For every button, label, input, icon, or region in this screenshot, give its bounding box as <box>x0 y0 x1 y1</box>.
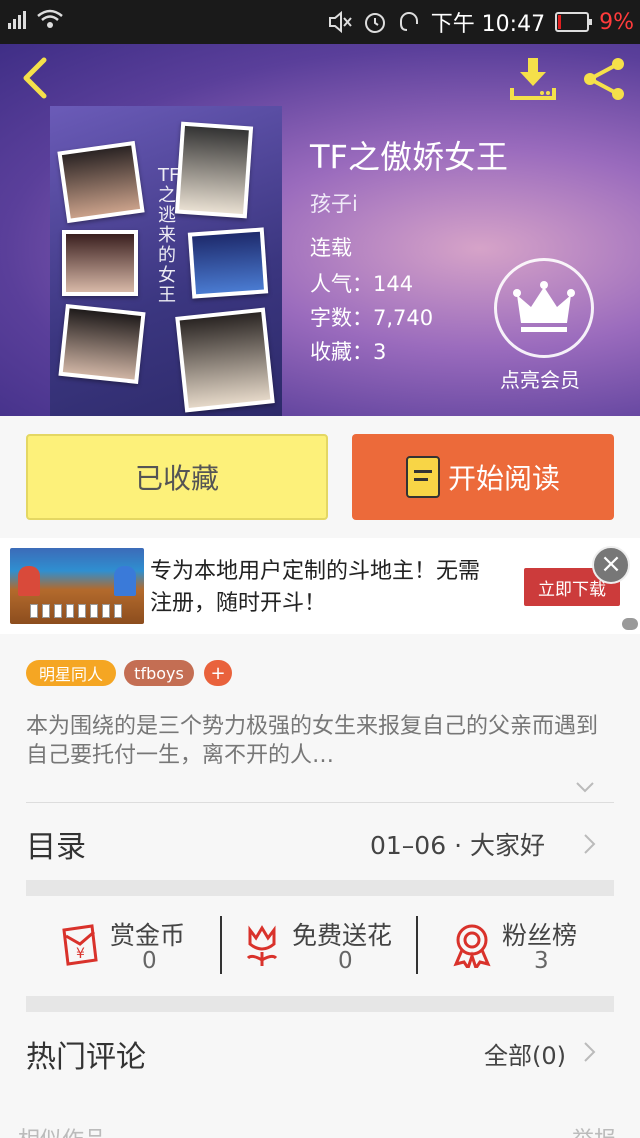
stat-flowers-value: 0 <box>338 948 353 974</box>
book-header: TF之逃来的女王 TF之傲娇女王 孩子i 连载 人气：144 字数：7,740 … <box>0 44 640 416</box>
section-divider <box>26 996 614 1012</box>
toc-label[interactable]: 目录 <box>26 822 86 866</box>
book-status: 连载 <box>310 236 352 260</box>
collected-button[interactable]: 已收藏 <box>26 434 328 520</box>
book-details: 明星同人 tfboys + 本为围绕的是三个势力极强的女生来报复自己的父亲而遇到… <box>0 634 640 1138</box>
collected-button-label: 已收藏 <box>134 462 219 495</box>
book-description: 本为围绕的是三个势力极强的女生来报复自己的父亲而遇到自己要托付一生，离不开的人… <box>26 714 599 768</box>
comments-label: 热门评论 <box>26 1040 146 1075</box>
chevron-right-icon[interactable] <box>582 1040 598 1064</box>
signal-icon <box>8 9 26 29</box>
close-icon[interactable]: × <box>592 546 630 584</box>
book-title: TF之傲娇女王 <box>310 138 508 176</box>
headset-icon <box>399 12 418 31</box>
back-arrow-icon[interactable] <box>16 56 56 100</box>
toc-latest-chapter[interactable]: 01–06 · 大家好 <box>370 826 545 862</box>
flower-icon <box>246 925 278 966</box>
ad-image <box>10 548 144 624</box>
stat-flowers-label: 免费送花 <box>292 921 393 950</box>
comments-all-link[interactable]: 全部(0) <box>484 1036 566 1071</box>
book-icon <box>405 456 440 498</box>
book-cover[interactable]: TF之逃来的女王 <box>50 106 282 416</box>
battery-percent: 9% <box>599 9 634 35</box>
wifi-icon <box>37 9 63 28</box>
ad-text: 专为本地用户定制的斗地主！无需注册，随时开斗！ <box>150 559 481 616</box>
download-icon[interactable] <box>508 56 558 102</box>
stat-separator <box>416 916 418 974</box>
report-link[interactable]: 举报 <box>572 1122 616 1138</box>
vip-button[interactable] <box>494 258 594 358</box>
add-tag-button[interactable]: + <box>204 660 232 686</box>
ad-mark-icon <box>622 618 638 630</box>
section-divider <box>26 880 614 896</box>
stat-reward-value: 0 <box>142 948 157 974</box>
cover-photo <box>174 121 254 219</box>
tag-chip[interactable]: 明星同人 <box>26 660 116 686</box>
stat-fans-value: 3 <box>534 948 549 974</box>
similar-works-label: 相似作品 <box>18 1122 106 1138</box>
battery-icon <box>555 12 593 32</box>
status-left <box>8 8 64 30</box>
start-reading-button[interactable]: 开始阅读 <box>352 434 614 520</box>
cover-title: TF之逃来的女王 <box>158 165 180 306</box>
ad-banner[interactable]: 专为本地用户定制的斗地主！无需注册，随时开斗！ 立即下载 <box>0 538 640 634</box>
status-bar: 下午 10:47 9% <box>0 0 640 44</box>
chevron-down-icon[interactable] <box>574 776 596 798</box>
cover-photo <box>62 230 138 296</box>
svg-text:¥: ¥ <box>76 946 85 962</box>
cover-photo <box>187 227 269 299</box>
alarm-icon <box>364 13 385 33</box>
stat-separator <box>220 916 222 974</box>
cover-photo <box>57 140 145 224</box>
share-icon[interactable] <box>580 56 628 102</box>
divider <box>26 802 614 803</box>
crown-icon <box>513 281 575 332</box>
action-bar: 已收藏 开始阅读 <box>0 416 640 538</box>
vip-label[interactable]: 点亮会员 <box>500 364 580 393</box>
cover-photo <box>175 307 275 413</box>
book-popularity: 人气：144 <box>310 272 414 296</box>
book-word-count: 字数：7,740 <box>310 306 434 330</box>
stat-fans-label: 粉丝榜 <box>502 921 578 950</box>
chevron-right-icon[interactable] <box>582 832 598 856</box>
cover-photo <box>58 304 146 384</box>
mute-icon <box>328 10 352 34</box>
tag-chip[interactable]: tfboys <box>124 660 194 686</box>
start-reading-label: 开始阅读 <box>447 462 560 495</box>
book-favorites: 收藏：3 <box>310 340 387 364</box>
medal-icon <box>453 924 491 968</box>
red-envelope-icon: ¥ <box>62 924 98 966</box>
status-time: 下午 10:47 <box>430 12 546 37</box>
book-author[interactable]: 孩子i <box>310 188 358 218</box>
stat-reward-label: 赏金币 <box>110 921 186 950</box>
status-right: 下午 10:47 9% <box>327 6 634 38</box>
